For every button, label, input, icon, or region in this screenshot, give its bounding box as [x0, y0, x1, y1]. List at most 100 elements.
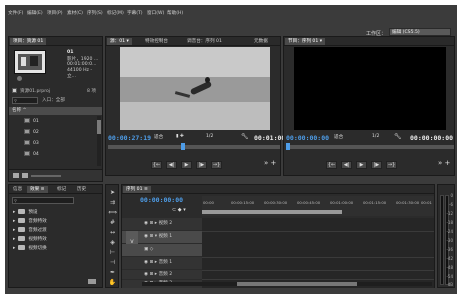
tab-source[interactable]: 源：01 ▾ [107, 38, 132, 45]
list-item[interactable]: 04 [9, 150, 102, 159]
menu-window[interactable]: 窗口(W) [147, 10, 164, 16]
project-panel: 项目：资源 01 01 影片，1920 ... 00:01:00:0... 44… [8, 36, 103, 182]
timeline-ruler[interactable]: 00:00 00:00:15:00 00:00:30:00 00:00:45:0… [202, 196, 434, 216]
track-select-tool-icon[interactable]: ⇉ [108, 198, 117, 207]
list-item[interactable]: 03 [9, 139, 102, 148]
list-item[interactable]: 02 [9, 128, 102, 137]
rolling-edit-tool-icon[interactable]: # [108, 218, 117, 227]
razor-tool-icon[interactable]: ◈ [108, 238, 117, 247]
work-area-bar[interactable] [202, 210, 342, 214]
source-timecode[interactable]: 00:00:27:19 [108, 134, 151, 142]
source-ratio-select[interactable]: 1/2 [206, 134, 213, 139]
folder-item[interactable]: ▸ 音频过渡 [9, 226, 102, 235]
effects-search-input[interactable]: ⚲ [12, 197, 74, 204]
slip-tool-icon[interactable]: ⊢ [108, 248, 117, 257]
wrench-icon[interactable]: 🔧︎ [394, 133, 402, 140]
wrench-icon[interactable]: 🔧︎ [241, 133, 249, 140]
program-timecode[interactable]: 00:00:00:00 [286, 134, 329, 142]
diver-figure [189, 80, 213, 96]
menu-marker[interactable]: 标记(M) [107, 10, 124, 16]
folder-icon [18, 236, 26, 241]
track-video-1-controls[interactable]: ▣ ◇ [122, 244, 202, 256]
program-fit-select[interactable]: 适合 [334, 134, 343, 140]
zoom-slider[interactable] [31, 175, 61, 177]
track-header-video-2[interactable]: ◉ ⊞ ▸ 视频 2 [122, 218, 202, 230]
tab-effect-controls[interactable]: 特效控制台 [142, 38, 171, 45]
play-thumbnail-icon[interactable] [17, 76, 22, 81]
project-footer [9, 169, 102, 181]
timeline-scrollbar[interactable] [142, 282, 432, 286]
rate-stretch-tool-icon[interactable]: ↔ [108, 228, 117, 237]
mark-in-button[interactable]: {← [326, 161, 337, 169]
mark-out-button[interactable]: →} [211, 161, 222, 169]
selection-tool-icon[interactable]: ➤ [108, 188, 117, 197]
mark-out-button[interactable]: →} [386, 161, 397, 169]
new-bin-icon[interactable] [88, 279, 96, 284]
program-time-ruler[interactable] [286, 143, 454, 150]
menu-sequence[interactable]: 序列(S) [87, 10, 103, 16]
tab-project[interactable]: 项目：资源 01 [10, 38, 47, 45]
tab-program[interactable]: 节目：序列 01 ▾ [285, 38, 326, 45]
play-button[interactable]: ▶ [181, 161, 192, 169]
entry-filter[interactable]: 入口：全部 [42, 97, 94, 104]
project-scrollbar[interactable] [97, 116, 101, 166]
list-header[interactable]: 名称 ^ [9, 107, 102, 115]
track-header-audio-2[interactable]: ◉ ⊞ ▸ 音频 2 [122, 270, 202, 279]
tab-markers[interactable]: 标记 [54, 186, 69, 193]
source-fit-select[interactable]: 适合 [154, 134, 172, 141]
track-header-audio-1[interactable]: ◉ ⊞ ▸ 音频 1 [122, 257, 202, 269]
step-forward-button[interactable]: |▶ [371, 161, 382, 169]
step-back-button[interactable]: ◀| [341, 161, 352, 169]
step-forward-button[interactable]: |▶ [196, 161, 207, 169]
meter-tick: -54 [446, 274, 453, 279]
menu-project[interactable]: 项目(P) [47, 10, 63, 16]
list-item[interactable]: 01 [9, 117, 102, 126]
program-more-icon[interactable]: » + [438, 159, 450, 167]
source-playhead[interactable] [181, 143, 185, 150]
mark-in-button[interactable]: {← [151, 161, 162, 169]
keyframe-icon[interactable]: ▣ ◇ [144, 247, 153, 252]
workspace-select[interactable]: 编辑 (CS5.5) [389, 28, 451, 36]
timeline-timecode[interactable]: 00:00:00:00 [140, 196, 183, 204]
speaker-icon[interactable]: ◉ ⊞ [144, 260, 153, 265]
program-ratio-select[interactable]: 1/2 [372, 134, 379, 139]
audio-meter: 0 -6 -12 -18 -24 -30 -36 -42 -48 -54 dB [437, 184, 455, 288]
tab-sequence[interactable]: 序列 01 ≡ [123, 186, 151, 193]
source-more-icon[interactable]: » + [264, 159, 276, 167]
menu-file[interactable]: 文件(F) [8, 10, 23, 16]
tab-metadata[interactable]: 元数据 [251, 38, 271, 45]
menu-help[interactable]: 帮助(H) [167, 10, 183, 16]
program-playhead[interactable] [286, 143, 290, 150]
project-file: 资源01.prproj [12, 88, 50, 94]
search-input[interactable]: ⚲ [12, 97, 38, 104]
track-area[interactable] [202, 218, 434, 288]
ripple-edit-tool-icon[interactable]: ⟺ [108, 208, 117, 217]
icon-view-icon[interactable] [22, 173, 28, 178]
pen-tool-icon[interactable]: ✒ [108, 268, 117, 277]
tab-history[interactable]: 历史 [74, 186, 89, 193]
play-button[interactable]: ▶ [356, 161, 367, 169]
folder-item[interactable]: ▸ 音频特效 [9, 217, 102, 226]
menu-edit[interactable]: 编辑(E) [27, 10, 43, 16]
source-settings-icon[interactable]: ▮ ✚ [176, 134, 184, 139]
tab-info[interactable]: 信息 [10, 186, 25, 193]
timeline-snap-icon[interactable]: ⊂ ◆ ▾ [172, 207, 186, 213]
menu-title[interactable]: 字幕(T) [127, 10, 143, 16]
meter-tick: -18 [446, 220, 453, 225]
list-view-icon[interactable] [13, 173, 19, 178]
speaker-icon[interactable]: ◉ ⊞ [144, 272, 153, 277]
tab-audio-mixer[interactable]: 调音台：序列 01 [184, 38, 225, 45]
tab-effects[interactable]: 效果 ≡ [27, 186, 48, 193]
source-time-ruler[interactable] [108, 143, 280, 150]
eye-icon[interactable]: ◉ ⊞ [144, 234, 153, 239]
slide-tool-icon[interactable]: ⊣ [108, 258, 117, 267]
folder-item[interactable]: ▸ 视频切换 [9, 244, 102, 253]
meter-tick: -36 [446, 247, 453, 252]
folder-icon [18, 218, 26, 223]
step-back-button[interactable]: ◀| [166, 161, 177, 169]
menu-clip[interactable]: 素材(C) [67, 10, 83, 16]
folder-item[interactable]: ▸ 预设 [9, 208, 102, 217]
folder-item[interactable]: ▸ 视频特效 [9, 235, 102, 244]
eye-icon[interactable]: ◉ ⊞ [144, 221, 153, 226]
hand-tool-icon[interactable]: ✋ [108, 278, 117, 287]
